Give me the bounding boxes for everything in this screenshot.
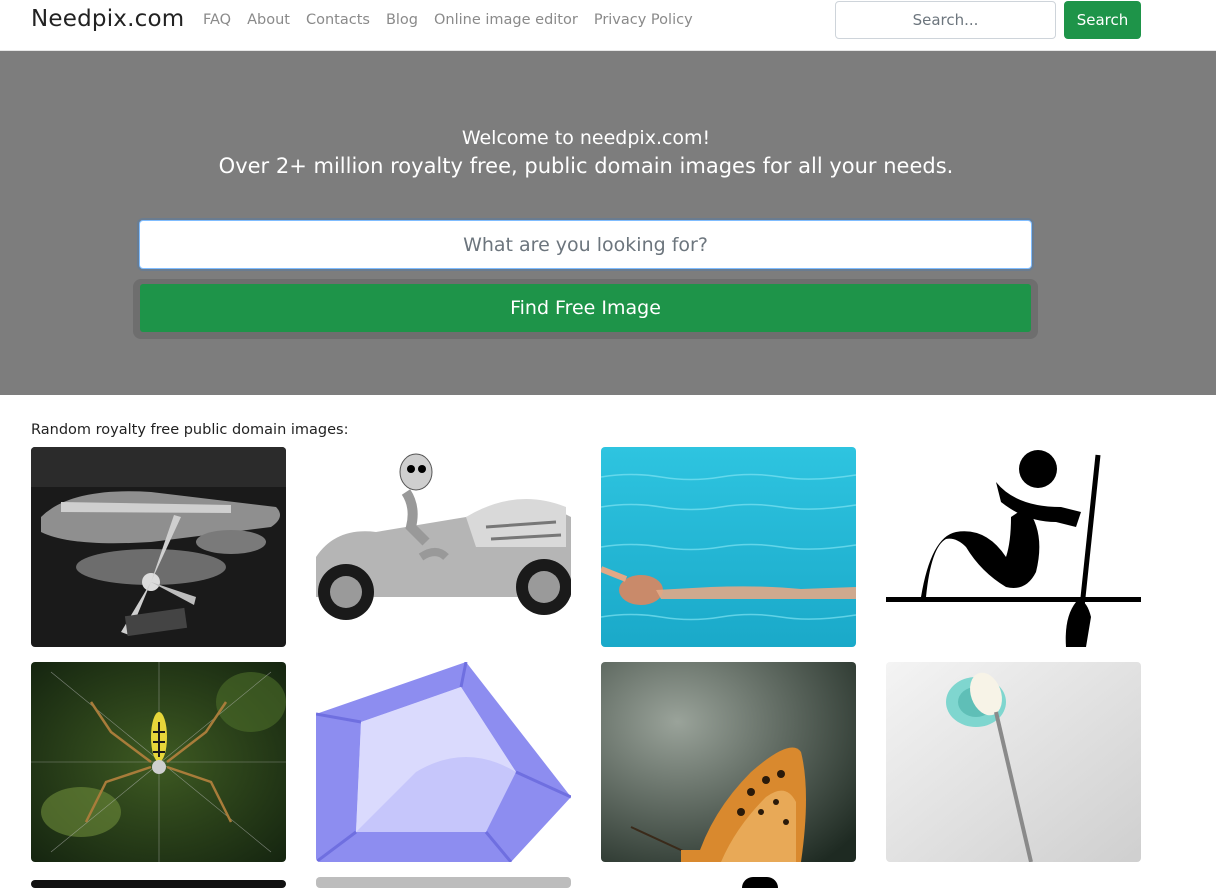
thumbnail-swimmer[interactable] — [601, 447, 856, 647]
thumbnail-canoe-pictogram[interactable] — [886, 447, 1141, 647]
gallery-label: Random royalty free public domain images… — [31, 422, 349, 438]
nav-link-contacts[interactable]: Contacts — [306, 12, 370, 28]
thumbnail-row3-3-dark-circle[interactable] — [742, 877, 778, 888]
thumbnail-row3-2[interactable] — [316, 877, 571, 888]
nav-link-about[interactable]: About — [247, 12, 290, 28]
thumbnail-row3-1[interactable] — [31, 880, 286, 888]
thumbnail-butterfly[interactable] — [601, 662, 856, 862]
nav-search-input[interactable] — [835, 1, 1056, 39]
thumbnail-spider[interactable] — [31, 662, 286, 862]
nav-link-blog[interactable]: Blog — [386, 12, 418, 28]
gem-shape-image — [316, 662, 571, 862]
nav-link-faq[interactable]: FAQ — [203, 12, 231, 28]
top-navbar: Needpix.com FAQ About Contacts Blog Onli… — [0, 0, 1216, 51]
find-free-image-button[interactable]: Find Free Image — [140, 284, 1031, 332]
nav-links: FAQ About Contacts Blog Online image edi… — [203, 12, 709, 28]
cotton-swab-image — [886, 662, 1141, 862]
brand-logo[interactable]: Needpix.com — [31, 6, 184, 32]
spider-image — [31, 662, 286, 862]
swimmer-image — [601, 447, 856, 647]
airplane-image — [31, 447, 286, 647]
nav-search-button[interactable]: Search — [1064, 1, 1141, 39]
thumbnail-cartoon-car[interactable] — [316, 447, 571, 647]
canoe-pictogram-image — [886, 447, 1141, 647]
hero-subtitle: Over 2+ million royalty free, public dom… — [218, 154, 954, 178]
main-search-input[interactable] — [139, 220, 1032, 269]
hero-section: Welcome to needpix.com! Over 2+ million … — [0, 51, 1216, 395]
nav-link-privacy-policy[interactable]: Privacy Policy — [594, 12, 693, 28]
butterfly-image — [601, 662, 856, 862]
hero-title: Welcome to needpix.com! — [461, 127, 711, 149]
thumbnail-airplane[interactable] — [31, 447, 286, 647]
thumbnail-gem-shape[interactable] — [316, 662, 571, 862]
cartoon-car-image — [316, 447, 571, 647]
nav-link-online-image-editor[interactable]: Online image editor — [434, 12, 578, 28]
thumbnail-cotton-swab[interactable] — [886, 662, 1141, 862]
